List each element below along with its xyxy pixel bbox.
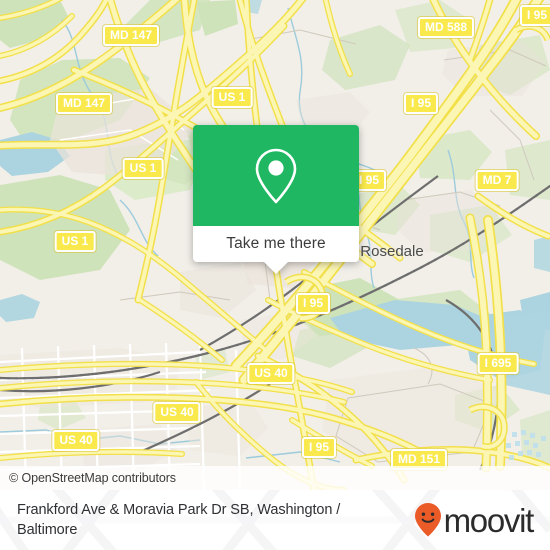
road-shield: MD 588 <box>417 17 475 38</box>
road-shield: US 40 <box>247 363 295 384</box>
road-shield: I 695 <box>477 353 519 374</box>
road-shield: I 95 <box>295 293 331 314</box>
moovit-station-map-screen: .rd { fill:none; stroke:#f2e04a; } .rdf … <box>0 0 550 550</box>
road-shield: US 1 <box>211 87 253 108</box>
footer-bar: Frankford Ave & Moravia Park Dr SB, Wash… <box>0 490 550 550</box>
popup-pointer-tail <box>263 261 289 274</box>
road-shield: US 1 <box>122 158 164 179</box>
moovit-smiley-pin-icon <box>414 503 441 537</box>
take-me-there-label: Take me there <box>226 235 326 252</box>
road-shield: US 40 <box>52 430 100 451</box>
road-shield: I 95 <box>301 437 337 458</box>
road-shield: US 1 <box>54 231 96 252</box>
road-shield: MD 147 <box>55 93 113 114</box>
location-pin-icon <box>255 148 297 203</box>
map-attribution-bar: © OpenStreetMap contributors <box>0 466 550 490</box>
place-label: Rosedale <box>360 243 424 260</box>
road-shield: I 95 <box>519 5 550 26</box>
popup-icon-panel <box>193 125 359 226</box>
road-shield: MD 147 <box>102 25 160 46</box>
moovit-wordmark: moovit <box>443 501 535 539</box>
popup-cta-panel[interactable]: Take me there <box>193 226 359 262</box>
take-me-there-popup[interactable]: Take me there <box>193 125 359 274</box>
openstreetmap-attribution[interactable]: © OpenStreetMap contributors <box>0 471 176 485</box>
road-shield: MD 7 <box>475 170 519 191</box>
map-canvas[interactable]: .rd { fill:none; stroke:#f2e04a; } .rdf … <box>0 0 550 490</box>
road-shield: US 40 <box>153 402 201 423</box>
station-name-title: Frankford Ave & Moravia Park Dr SB, Wash… <box>17 502 341 538</box>
road-shield: I 95 <box>403 93 439 114</box>
moovit-brand[interactable]: moovit <box>414 502 550 538</box>
